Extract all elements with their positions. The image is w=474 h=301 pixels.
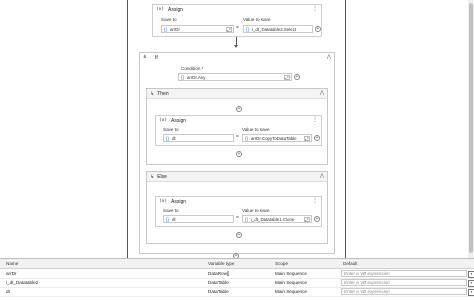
save-to-value: arrDr bbox=[169, 26, 180, 32]
variable-row[interactable]: dt DataTable Main Sequence Enter a VB ex… bbox=[0, 287, 474, 297]
assign-icon: (x) bbox=[156, 7, 165, 12]
assign-title: Assign bbox=[171, 117, 187, 124]
assign-activity-else[interactable]: (x) Assign ⋮ Save to Value to save {} dt… bbox=[155, 196, 322, 227]
equals-sign: = bbox=[236, 134, 239, 140]
condition-field[interactable]: {} arrDr.Any ⤢ bbox=[178, 73, 292, 81]
connector-arrow bbox=[233, 45, 238, 48]
if-branch-icon: ⋔ bbox=[143, 55, 147, 60]
else-title: Else bbox=[157, 173, 167, 180]
variable-scope[interactable]: Main Sequence bbox=[273, 269, 339, 278]
expand-editor-icon[interactable]: ⤢ bbox=[304, 217, 310, 222]
value-to-save-label: Value to save bbox=[242, 208, 270, 213]
value-text: i_dt_Datatable1.Clone bbox=[250, 216, 295, 222]
assign-activity-top[interactable]: (x) Assign ⋮ Save to Value to save {} ar… bbox=[152, 4, 322, 37]
then-title: Then bbox=[157, 90, 169, 97]
variable-scope[interactable]: Main Sequence bbox=[273, 278, 339, 287]
variable-name[interactable]: i_dt_Datatable2 bbox=[4, 278, 204, 287]
then-container[interactable]: ↳ Then ⋀ + (x) Assign ⋮ Save to Value to… bbox=[146, 88, 328, 165]
then-icon: ↳ bbox=[150, 90, 155, 97]
assign-title: Assign bbox=[171, 198, 187, 205]
variables-header: Name Variable type Scope Default bbox=[0, 259, 474, 269]
expression-icon: {} bbox=[246, 26, 249, 32]
assign-icon: (x) bbox=[159, 118, 168, 123]
expand-editor-icon[interactable]: ⤢ bbox=[226, 27, 232, 32]
value-field[interactable]: {} i_dt_Datatable2.Select bbox=[243, 25, 313, 33]
save-to-field[interactable]: {} arrDr ⤢ bbox=[161, 25, 234, 33]
variable-name[interactable]: arrDr bbox=[4, 269, 204, 278]
save-to-label: Save to bbox=[163, 208, 179, 213]
more-options-icon[interactable]: ⋮ bbox=[312, 6, 318, 13]
variable-name[interactable]: dt bbox=[4, 287, 204, 296]
expression-icon: {} bbox=[166, 135, 169, 141]
column-scope[interactable]: Scope bbox=[273, 259, 339, 268]
if-activity[interactable]: ⋔ If ⋀ Condition * {} arrDr.Any ⤢ + ↳ Th… bbox=[139, 52, 335, 254]
variable-type[interactable]: DataRow[] bbox=[206, 269, 272, 278]
chevron-down-icon[interactable]: ▾ bbox=[468, 271, 474, 278]
add-icon[interactable]: + bbox=[314, 216, 320, 222]
equals-sign: = bbox=[236, 215, 239, 221]
assign-icon: (x) bbox=[159, 199, 168, 204]
scrollbar-thumb[interactable] bbox=[469, 3, 473, 253]
value-text: i_dt_Datatable2.Select bbox=[251, 26, 297, 32]
variable-type[interactable]: DataTable bbox=[206, 278, 272, 287]
value-field[interactable]: {} arrDr.CopyToDataTable ⤢ bbox=[242, 134, 312, 142]
expression-icon: {} bbox=[245, 135, 248, 141]
variable-scope[interactable]: Main Sequence bbox=[273, 287, 339, 296]
chevron-down-icon[interactable]: ▾ bbox=[468, 289, 474, 296]
value-to-save-label: Value to save bbox=[242, 127, 270, 132]
add-icon[interactable]: + bbox=[315, 26, 321, 32]
value-to-save-label: Value to save bbox=[243, 17, 271, 22]
expression-icon: {} bbox=[245, 216, 248, 222]
save-to-value: dt bbox=[171, 135, 176, 141]
variable-default-input[interactable]: Enter a VB expression bbox=[341, 279, 467, 286]
condition-label: Condition * bbox=[181, 66, 204, 71]
else-container[interactable]: ↳ Else ⋀ (x) Assign ⋮ Save to Value to s… bbox=[146, 171, 328, 244]
assign-activity-then[interactable]: (x) Assign ⋮ Save to Value to save {} dt… bbox=[155, 115, 322, 146]
more-options-icon[interactable]: ⋮ bbox=[312, 198, 318, 205]
add-icon[interactable]: + bbox=[294, 74, 300, 80]
column-default[interactable]: Default bbox=[341, 259, 471, 268]
expression-icon: {} bbox=[164, 26, 167, 32]
designer-canvas[interactable]: (x) Assign ⋮ Save to Value to save {} ar… bbox=[0, 0, 474, 259]
add-activity-button[interactable]: + bbox=[236, 232, 242, 238]
save-to-field[interactable]: {} dt bbox=[163, 134, 234, 142]
equals-sign: = bbox=[236, 25, 239, 31]
variable-type[interactable]: DataTable bbox=[206, 287, 272, 296]
connector-line bbox=[236, 37, 237, 45]
add-activity-button[interactable]: + bbox=[236, 151, 242, 157]
value-text: arrDr.CopyToDataTable bbox=[250, 135, 297, 141]
chevron-down-icon[interactable]: ▾ bbox=[468, 280, 474, 287]
save-to-label: Save to bbox=[161, 17, 177, 22]
more-options-icon[interactable]: ⋮ bbox=[312, 117, 318, 124]
expression-icon: {} bbox=[181, 74, 184, 80]
expression-icon: {} bbox=[166, 216, 169, 222]
add-icon[interactable]: + bbox=[314, 135, 320, 141]
condition-value: arrDr.Any bbox=[186, 74, 206, 80]
variables-panel: Name Variable type Scope Default arrDr D… bbox=[0, 258, 474, 301]
add-activity-button[interactable]: + bbox=[236, 106, 242, 112]
collapse-icon[interactable]: ⋀ bbox=[320, 90, 324, 96]
value-field[interactable]: {} i_dt_Datatable1.Clone ⤢ bbox=[242, 215, 312, 223]
column-name[interactable]: Name bbox=[4, 259, 204, 268]
expand-editor-icon[interactable]: ⤢ bbox=[304, 136, 310, 141]
save-to-value: dt bbox=[171, 216, 176, 222]
assign-title: Assign bbox=[168, 6, 184, 13]
else-icon: ↳ bbox=[150, 173, 155, 180]
collapse-icon[interactable]: ⋀ bbox=[327, 54, 331, 61]
if-title: If bbox=[155, 54, 158, 61]
variable-default-input[interactable]: Enter a VB expression bbox=[341, 288, 467, 295]
save-to-field[interactable]: {} dt bbox=[163, 215, 234, 223]
variable-default-input[interactable]: Enter a VB expression bbox=[341, 270, 467, 277]
column-variable-type[interactable]: Variable type bbox=[206, 259, 272, 268]
expand-editor-icon[interactable]: ⤢ bbox=[284, 75, 290, 80]
save-to-label: Save to bbox=[163, 127, 179, 132]
canvas-scrollbar[interactable] bbox=[468, 0, 474, 258]
collapse-icon[interactable]: ⋀ bbox=[320, 173, 324, 179]
